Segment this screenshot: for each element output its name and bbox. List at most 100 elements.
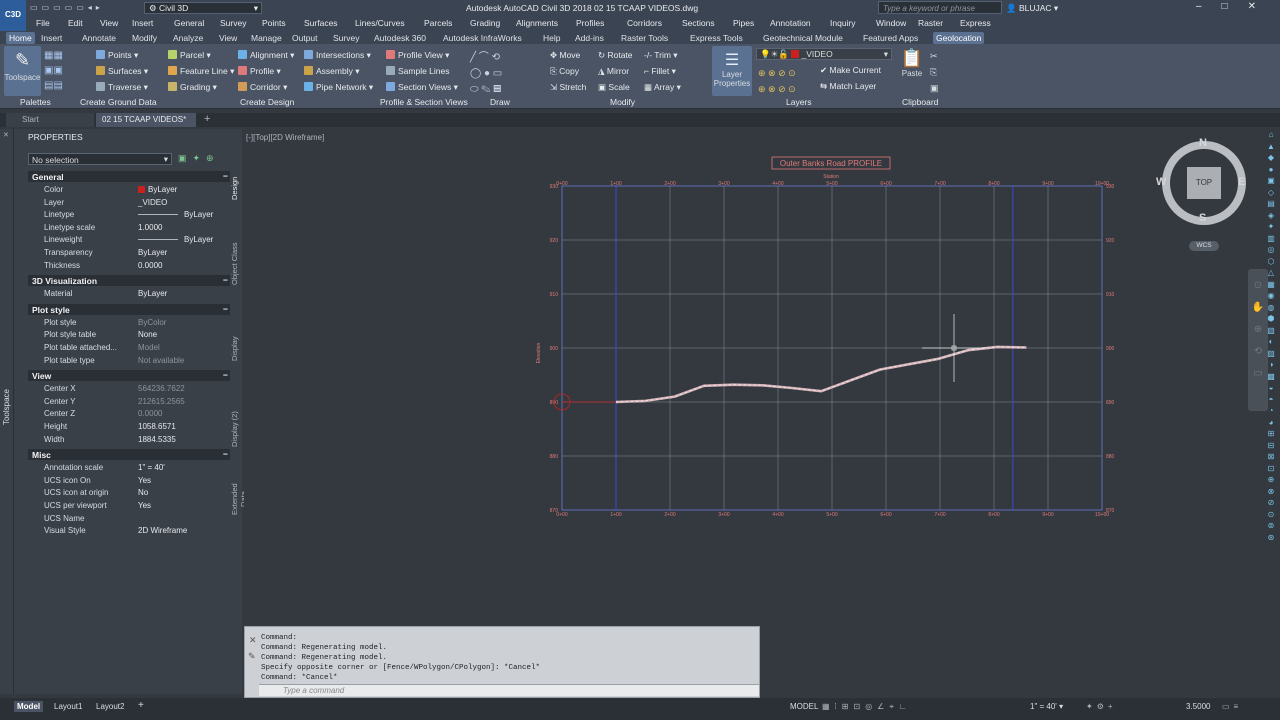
panel-profile-section-views[interactable]: Profile & Section Views	[380, 97, 468, 107]
section-view[interactable]: View −	[28, 370, 232, 382]
menu-insert[interactable]: Insert	[132, 18, 153, 28]
match-layer-button[interactable]: ⇆ Match Layer	[820, 81, 876, 92]
trim-button[interactable]: -/- Trim ▾	[644, 50, 678, 61]
panel-draw[interactable]: Draw	[490, 97, 510, 107]
window-controls[interactable]: –□✕	[1196, 1, 1280, 14]
mirror-button[interactable]: ◮ Mirror	[598, 66, 629, 77]
annotation-scale[interactable]: 1" = 40' ▾	[1030, 702, 1063, 711]
rotate-button[interactable]: ↻ Rotate	[598, 50, 633, 61]
collapse-icon[interactable]: −	[223, 304, 228, 314]
tool-icon[interactable]: ▩	[1262, 371, 1280, 383]
menu-file[interactable]: File	[36, 18, 50, 28]
tab-survey[interactable]: Survey	[330, 32, 362, 44]
selection-dropdown[interactable]: No selection ▾	[28, 153, 172, 165]
tool-icon[interactable]: ◔	[1262, 405, 1280, 417]
vtab-design[interactable]: Design	[230, 173, 242, 203]
toolspace-vtab[interactable]: Toolspace	[2, 389, 11, 425]
traverse-button[interactable]: Traverse ▾	[96, 82, 148, 93]
stretch-button[interactable]: ⇲ Stretch	[550, 82, 586, 93]
property-row[interactable]: Thickness 0.0000	[28, 261, 232, 273]
tool-icon[interactable]: ◇	[1262, 187, 1280, 199]
command-settings-icon[interactable]: ✎	[248, 651, 256, 662]
property-row[interactable]: UCS Name	[28, 514, 232, 526]
section-views-button[interactable]: Section Views ▾	[386, 82, 458, 93]
panel-clipboard[interactable]: Clipboard	[902, 97, 938, 107]
panel-create-design[interactable]: Create Design	[240, 97, 294, 107]
tool-icon[interactable]: ⊟	[1262, 440, 1280, 452]
tool-icon[interactable]: ▦	[1262, 279, 1280, 291]
drawing-viewport[interactable]: [-][Top][2D Wireframe] Outer Banks Road …	[244, 129, 1280, 698]
tool-icon[interactable]: ◉	[1262, 290, 1280, 302]
tool-icon[interactable]: △	[1262, 267, 1280, 279]
tool-icon[interactable]: ⊙	[1262, 509, 1280, 521]
move-button[interactable]: ✥ Move	[550, 50, 580, 61]
tab-autodesk-infraworks[interactable]: Autodesk InfraWorks	[440, 32, 525, 44]
collapse-icon[interactable]: −	[223, 171, 228, 181]
viewport-label[interactable]: [-][Top][2D Wireframe]	[246, 133, 324, 142]
clipboard-tools[interactable]: ✂ ⎘ ▣	[930, 48, 942, 94]
vtab-extended-data[interactable]: Extended Data	[230, 479, 248, 519]
workspace-selector[interactable]: ⚙ Civil 3D ▾	[144, 2, 262, 14]
tab-layout1[interactable]: Layout1	[54, 702, 82, 711]
feature-line-button[interactable]: Feature Line ▾	[168, 66, 234, 77]
property-row[interactable]: Plot style table None	[28, 330, 232, 342]
tab-drawing[interactable]: 02 15 TCAAP VIDEOS*	[96, 113, 196, 127]
viewcube[interactable]: TOP N S E W	[1156, 137, 1246, 225]
tool-icon[interactable]: ◐	[1262, 336, 1280, 348]
search-input[interactable]: Type a keyword or phrase	[878, 1, 1002, 14]
assembly-button[interactable]: Assembly ▾	[304, 66, 359, 77]
menu-grading[interactable]: Grading	[470, 18, 500, 28]
corridor-button[interactable]: Corridor ▾	[238, 82, 287, 93]
section-viz[interactable]: 3D Visualization −	[28, 275, 232, 287]
tab-help[interactable]: Help	[540, 32, 563, 44]
property-row[interactable]: Linetype ByLayer	[28, 210, 232, 222]
surfaces-button[interactable]: Surfaces ▾	[96, 66, 148, 77]
model-space-toggle[interactable]: MODEL	[790, 702, 818, 711]
tab-express-tools[interactable]: Express Tools	[687, 32, 746, 44]
property-row[interactable]: Height 1058.6571	[28, 422, 232, 434]
tool-icon[interactable]: ▤	[1262, 198, 1280, 210]
grading-button[interactable]: Grading ▾	[168, 82, 217, 93]
property-row[interactable]: Width 1884.5335	[28, 435, 232, 447]
tool-icon[interactable]: ◈	[1262, 210, 1280, 222]
menu-lines-curves[interactable]: Lines/Curves	[355, 18, 405, 28]
parcel-button[interactable]: Parcel ▾	[168, 50, 211, 61]
tool-icon[interactable]: ▥	[1262, 233, 1280, 245]
property-row[interactable]: Color ByLayer	[28, 185, 232, 197]
sample-lines-button[interactable]: Sample Lines	[386, 66, 450, 76]
alignment-button[interactable]: Alignment ▾	[238, 50, 294, 61]
viewcube-top-face[interactable]: TOP	[1187, 167, 1221, 199]
property-row[interactable]: Lineweight ByLayer	[28, 235, 232, 247]
property-row[interactable]: UCS icon On Yes	[28, 476, 232, 488]
panel-palettes[interactable]: Palettes	[20, 97, 51, 107]
property-row[interactable]: UCS per viewport Yes	[28, 501, 232, 513]
command-input[interactable]: Type a command	[259, 684, 759, 696]
property-row[interactable]: Plot table attached... Model	[28, 343, 232, 355]
property-row[interactable]: Visual Style 2D Wireframe	[28, 526, 232, 538]
menu-survey[interactable]: Survey	[220, 18, 246, 28]
tool-icon[interactable]: ◍	[1262, 302, 1280, 314]
menu-raster[interactable]: Raster	[918, 18, 943, 28]
tool-icon[interactable]: ⊞	[1262, 428, 1280, 440]
tab-add-ins[interactable]: Add-ins	[572, 32, 607, 44]
vtab-object-class[interactable]: Object Class	[230, 239, 242, 289]
tab-annotate[interactable]: Annotate	[79, 32, 119, 44]
collapse-icon[interactable]: −	[223, 275, 228, 285]
compass-east[interactable]: E	[1238, 176, 1245, 188]
property-row[interactable]: Layer _VIDEO	[28, 198, 232, 210]
panel-create-ground-data[interactable]: Create Ground Data	[80, 97, 157, 107]
menu-parcels[interactable]: Parcels	[424, 18, 452, 28]
toolspace-button[interactable]: ✎ Toolspace	[4, 46, 41, 96]
tool-icon[interactable]: ◓	[1262, 394, 1280, 406]
scale-button[interactable]: ▣ Scale	[598, 82, 630, 93]
paste-button[interactable]: 📋 Paste	[898, 48, 926, 94]
tab-geolocation[interactable]: Geolocation	[933, 32, 985, 44]
add-layout-button[interactable]: +	[138, 700, 144, 711]
compass-west[interactable]: W	[1156, 176, 1166, 188]
vtab-display[interactable]: Display	[230, 329, 242, 369]
tab-home[interactable]: Home	[6, 32, 35, 44]
menu-inquiry[interactable]: Inquiry	[830, 18, 856, 28]
intersections-button[interactable]: Intersections ▾	[304, 50, 371, 61]
tool-icon[interactable]: ◒	[1262, 382, 1280, 394]
tab-start[interactable]: Start	[6, 113, 94, 127]
